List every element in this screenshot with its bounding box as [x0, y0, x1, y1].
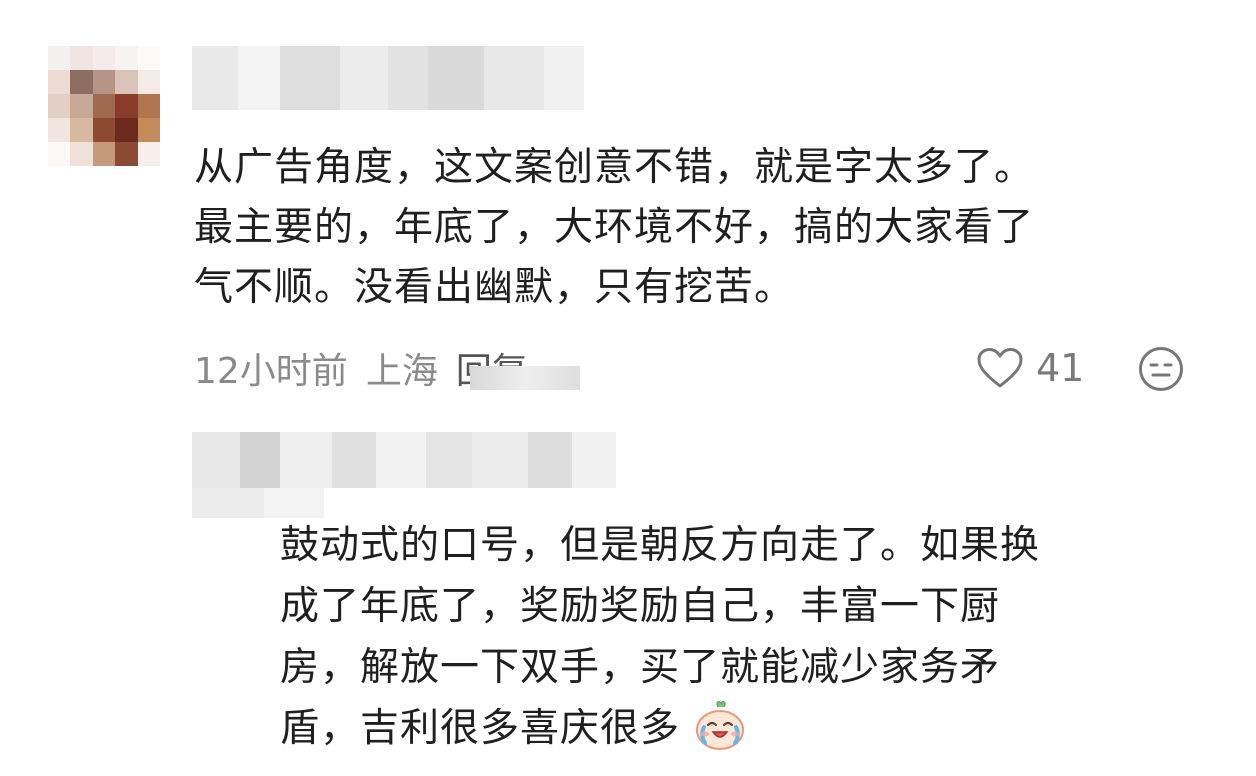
- reply-line: 盾，吉利很多喜庆很多: [280, 706, 681, 751]
- comment-line: 从广告角度，这文案创意不错，就是字太多了。: [194, 145, 1035, 190]
- replier-subline-blurred: [192, 488, 324, 518]
- meta-blur-patch: [470, 366, 580, 390]
- replier-identity-blurred[interactable]: [192, 432, 616, 488]
- comment-line: 最主要的，年底了，大环境不好，搞的大家看了: [194, 205, 1035, 250]
- reply-line: 房，解放一下双手，买了就能减少家务矛: [280, 645, 1001, 690]
- comment-location: 上海: [365, 351, 438, 392]
- commenter-avatar[interactable]: [48, 46, 160, 166]
- reply-line: 成了年底了，奖励奖励自己，丰富一下厨: [280, 584, 1001, 629]
- comment-time: 12小时前: [194, 351, 348, 392]
- like-count: 41: [1036, 346, 1085, 390]
- commenter-name-blurred[interactable]: [192, 46, 584, 110]
- comment-line: 气不顺。没看出幽默，只有挖苦。: [194, 265, 795, 310]
- reply-line-last: 盾，吉利很多喜庆很多: [280, 698, 1180, 759]
- reply-body: 鼓动式的口号，但是朝反方向走了。如果换 成了年底了，奖励奖励自己，丰富一下厨 房…: [280, 515, 1180, 759]
- like-button[interactable]: 41: [976, 344, 1084, 392]
- comment-body: 从广告角度，这文案创意不错，就是字太多了。 最主要的，年底了，大环境不好，搞的大…: [194, 138, 1204, 318]
- emoji-icon[interactable]: [1138, 346, 1184, 392]
- crying-laughing-sticker: [696, 701, 745, 750]
- reply-line: 鼓动式的口号，但是朝反方向走了。如果换: [280, 523, 1041, 568]
- heart-icon: [977, 348, 1023, 388]
